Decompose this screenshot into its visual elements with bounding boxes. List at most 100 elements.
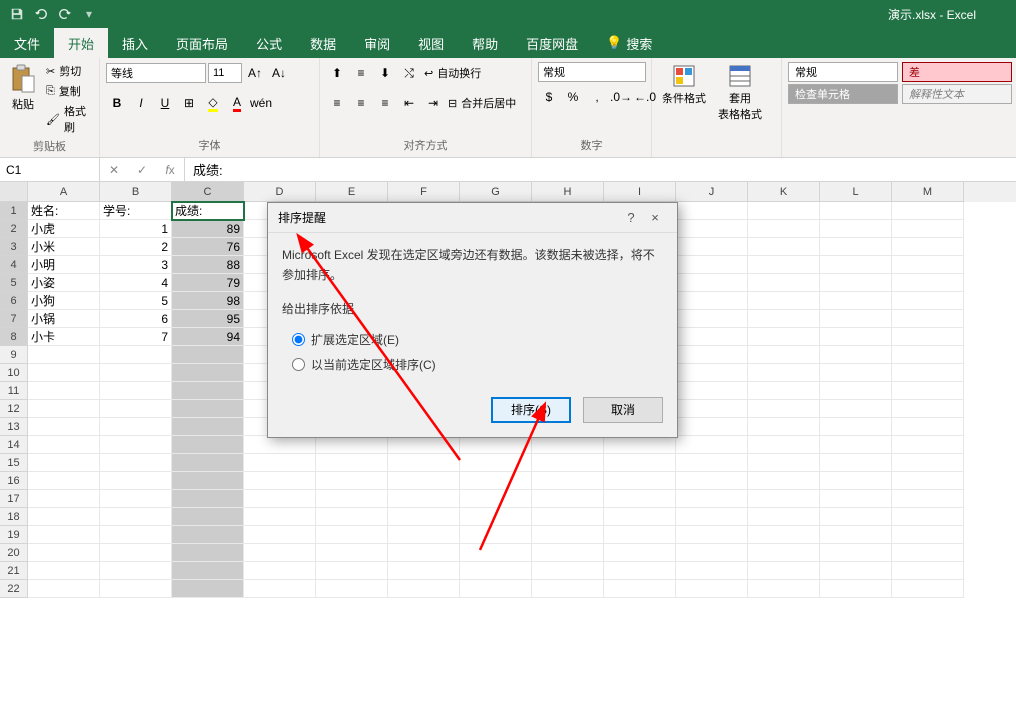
cell[interactable] bbox=[316, 580, 388, 598]
tab-help[interactable]: 帮助 bbox=[458, 28, 512, 58]
cell[interactable] bbox=[820, 508, 892, 526]
cell[interactable] bbox=[532, 526, 604, 544]
cell[interactable] bbox=[172, 400, 244, 418]
cell[interactable] bbox=[28, 508, 100, 526]
cell[interactable] bbox=[388, 562, 460, 580]
row-header[interactable]: 8 bbox=[0, 328, 28, 346]
cell[interactable]: 76 bbox=[172, 238, 244, 256]
cell[interactable] bbox=[172, 508, 244, 526]
indent-inc-icon[interactable]: ⇥ bbox=[422, 92, 444, 114]
cell[interactable]: 小锅 bbox=[28, 310, 100, 328]
cell[interactable] bbox=[676, 472, 748, 490]
cell[interactable] bbox=[820, 328, 892, 346]
cell[interactable]: 4 bbox=[100, 274, 172, 292]
cell[interactable] bbox=[748, 436, 820, 454]
radio-expand-selection[interactable]: 扩展选定区域(E) bbox=[282, 327, 663, 352]
cell[interactable] bbox=[388, 508, 460, 526]
cell[interactable] bbox=[748, 472, 820, 490]
cell[interactable] bbox=[676, 220, 748, 238]
radio-current-input[interactable] bbox=[292, 358, 305, 371]
cell[interactable] bbox=[28, 490, 100, 508]
cell[interactable] bbox=[748, 238, 820, 256]
cell[interactable] bbox=[316, 526, 388, 544]
cell[interactable] bbox=[532, 436, 604, 454]
tab-formula[interactable]: 公式 bbox=[242, 28, 296, 58]
cell[interactable] bbox=[388, 580, 460, 598]
cell[interactable] bbox=[748, 256, 820, 274]
cell[interactable] bbox=[676, 310, 748, 328]
cell[interactable] bbox=[100, 562, 172, 580]
cell[interactable] bbox=[388, 436, 460, 454]
col-header-G[interactable]: G bbox=[460, 182, 532, 202]
cell[interactable]: 6 bbox=[100, 310, 172, 328]
col-header-D[interactable]: D bbox=[244, 182, 316, 202]
cell[interactable] bbox=[892, 310, 964, 328]
cell[interactable]: 7 bbox=[100, 328, 172, 346]
cell[interactable] bbox=[604, 508, 676, 526]
cancel-formula-icon[interactable]: ✕ bbox=[100, 163, 128, 177]
cell[interactable] bbox=[892, 364, 964, 382]
cell[interactable] bbox=[676, 382, 748, 400]
row-header[interactable]: 21 bbox=[0, 562, 28, 580]
cell[interactable] bbox=[28, 544, 100, 562]
cell[interactable] bbox=[532, 472, 604, 490]
cell[interactable] bbox=[172, 472, 244, 490]
cell[interactable] bbox=[172, 382, 244, 400]
cell[interactable] bbox=[748, 274, 820, 292]
cell[interactable] bbox=[604, 544, 676, 562]
cell[interactable] bbox=[388, 472, 460, 490]
cell[interactable] bbox=[244, 544, 316, 562]
col-header-E[interactable]: E bbox=[316, 182, 388, 202]
col-header-I[interactable]: I bbox=[604, 182, 676, 202]
cell[interactable] bbox=[244, 508, 316, 526]
dialog-titlebar[interactable]: 排序提醒 ? × bbox=[268, 203, 677, 233]
row-header[interactable]: 11 bbox=[0, 382, 28, 400]
cell[interactable] bbox=[820, 220, 892, 238]
cell[interactable] bbox=[100, 526, 172, 544]
currency-icon[interactable]: $ bbox=[538, 86, 560, 108]
cell[interactable] bbox=[316, 454, 388, 472]
row-header[interactable]: 7 bbox=[0, 310, 28, 328]
cell[interactable] bbox=[748, 526, 820, 544]
row-header[interactable]: 12 bbox=[0, 400, 28, 418]
cell[interactable] bbox=[820, 256, 892, 274]
format-painter-button[interactable]: 🖌格式刷 bbox=[44, 102, 93, 136]
cell[interactable] bbox=[676, 364, 748, 382]
cell[interactable] bbox=[316, 472, 388, 490]
cell[interactable] bbox=[892, 436, 964, 454]
cell[interactable] bbox=[892, 346, 964, 364]
style-normal[interactable]: 常规 bbox=[788, 62, 898, 82]
cell[interactable] bbox=[604, 454, 676, 472]
cell[interactable] bbox=[604, 562, 676, 580]
row-header[interactable]: 17 bbox=[0, 490, 28, 508]
orientation-icon[interactable]: ⤭ bbox=[398, 62, 420, 84]
align-bottom-icon[interactable]: ⬇ bbox=[374, 62, 396, 84]
underline-button[interactable]: U bbox=[154, 92, 176, 114]
cell[interactable] bbox=[676, 562, 748, 580]
cell[interactable] bbox=[460, 526, 532, 544]
comma-icon[interactable]: , bbox=[586, 86, 608, 108]
cell[interactable] bbox=[604, 526, 676, 544]
cell[interactable] bbox=[676, 436, 748, 454]
cell[interactable] bbox=[748, 580, 820, 598]
dialog-help-icon[interactable]: ? bbox=[619, 210, 643, 225]
cell[interactable]: 小狗 bbox=[28, 292, 100, 310]
cell[interactable] bbox=[316, 544, 388, 562]
cell[interactable]: 88 bbox=[172, 256, 244, 274]
cell[interactable] bbox=[676, 526, 748, 544]
cell[interactable] bbox=[604, 436, 676, 454]
cell[interactable] bbox=[460, 454, 532, 472]
font-color-button[interactable]: A bbox=[226, 92, 248, 114]
row-header[interactable]: 10 bbox=[0, 364, 28, 382]
conditional-format-button[interactable]: 条件格式 bbox=[658, 62, 710, 108]
row-header[interactable]: 13 bbox=[0, 418, 28, 436]
cell[interactable] bbox=[820, 292, 892, 310]
cell[interactable] bbox=[748, 310, 820, 328]
cell[interactable]: 小姿 bbox=[28, 274, 100, 292]
cell[interactable] bbox=[604, 580, 676, 598]
cell[interactable] bbox=[172, 580, 244, 598]
cell[interactable]: 小明 bbox=[28, 256, 100, 274]
cell[interactable]: 95 bbox=[172, 310, 244, 328]
cell[interactable] bbox=[100, 346, 172, 364]
cell[interactable] bbox=[676, 292, 748, 310]
